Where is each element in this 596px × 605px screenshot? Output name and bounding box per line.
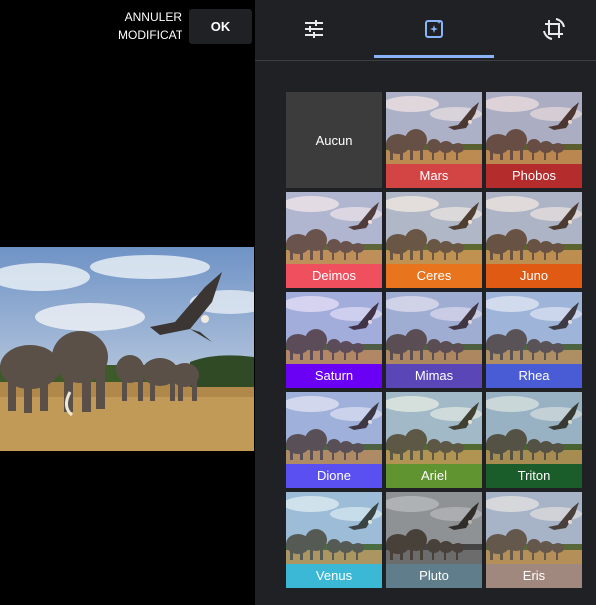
filter-label: Triton (486, 464, 582, 488)
filter-thumbnail (386, 392, 482, 464)
cancel-label-line2: MODIFICATIONS (118, 28, 182, 42)
crop-rotate-icon (543, 18, 565, 40)
filter-none-label: Aucun (315, 132, 353, 148)
filter-thumbnail (286, 392, 382, 464)
filter-label: Mimas (386, 364, 482, 388)
filter-rhea[interactable]: Rhea (486, 292, 582, 388)
filter-label: Ariel (386, 464, 482, 488)
filter-thumbnail (386, 92, 482, 164)
filter-phobos[interactable]: Phobos (486, 92, 582, 188)
filter-label: Dione (286, 464, 382, 488)
filter-label: Deimos (286, 264, 382, 288)
preview-pane: ANNULER MODIFICATIONS OK (0, 0, 254, 605)
tab-filters[interactable] (374, 0, 494, 58)
edit-tabbar (255, 0, 596, 61)
filter-thumbnail (486, 392, 582, 464)
filter-thumbnail (286, 492, 382, 564)
filter-thumbnail (486, 292, 582, 364)
filter-deimos[interactable]: Deimos (286, 192, 382, 288)
filter-label: Phobos (486, 164, 582, 188)
preview-image (0, 247, 254, 451)
filter-label: Eris (486, 564, 582, 588)
filter-label: Rhea (486, 364, 582, 388)
filter-label: Pluto (386, 564, 482, 588)
filter-label: Saturn (286, 364, 382, 388)
tab-crop-rotate[interactable] (514, 0, 594, 58)
sliders-icon (305, 20, 323, 38)
filter-venus[interactable]: Venus (286, 492, 382, 588)
tab-adjust[interactable] (274, 0, 354, 58)
filter-label: Venus (286, 564, 382, 588)
filter-thumbnail (286, 292, 382, 364)
filter-pluto[interactable]: Pluto (386, 492, 482, 588)
ok-button[interactable]: OK (189, 9, 252, 44)
filter-thumbnail (386, 492, 482, 564)
editor-panel: Aucun Mars Phobos Deimos Ceres Juno Saturn Mim… (255, 0, 596, 605)
filter-thumbnail (286, 192, 382, 264)
filter-label: Ceres (386, 264, 482, 288)
filter-saturn[interactable]: Saturn (286, 292, 382, 388)
filter-thumbnail (386, 292, 482, 364)
filter-mars[interactable]: Mars (386, 92, 482, 188)
filter-dione[interactable]: Dione (286, 392, 382, 488)
filter-none[interactable]: Aucun (286, 92, 382, 188)
filter-ceres[interactable]: Ceres (386, 192, 482, 288)
filter-label: Mars (386, 164, 482, 188)
filter-mimas[interactable]: Mimas (386, 292, 482, 388)
filter-triton[interactable]: Triton (486, 392, 582, 488)
filter-juno[interactable]: Juno (486, 192, 582, 288)
filter-thumbnail (486, 92, 582, 164)
auto-filter-icon (425, 20, 443, 38)
filter-thumbnail (486, 192, 582, 264)
filter-ariel[interactable]: Ariel (386, 392, 482, 488)
cancel-label-line1: ANNULER (124, 10, 182, 24)
filter-thumbnail (386, 192, 482, 264)
filter-eris[interactable]: Eris (486, 492, 582, 588)
filter-label: Juno (486, 264, 582, 288)
filter-thumbnail (486, 492, 582, 564)
cancel-changes-button[interactable]: ANNULER MODIFICATIONS (118, 8, 182, 42)
